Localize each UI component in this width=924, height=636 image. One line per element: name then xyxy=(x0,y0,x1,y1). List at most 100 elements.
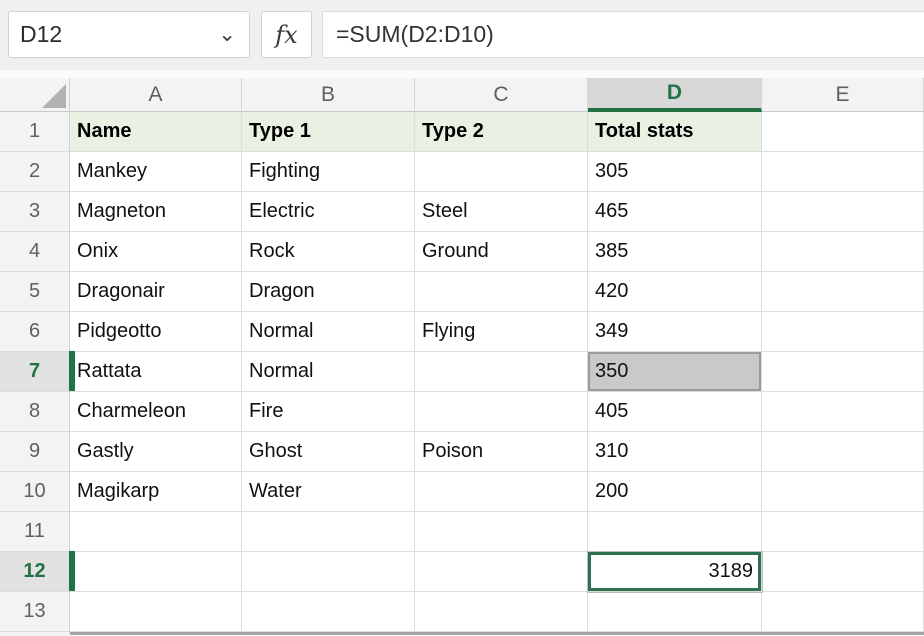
row-selection-indicator xyxy=(69,551,75,591)
cell-E6[interactable] xyxy=(762,312,924,352)
cell-C3[interactable]: Steel xyxy=(415,192,588,232)
cell-A8[interactable]: Charmeleon xyxy=(70,392,242,432)
cell-C11[interactable] xyxy=(415,512,588,552)
cell-A1[interactable]: Name xyxy=(70,112,242,152)
cell-C13[interactable] xyxy=(415,592,588,632)
cell-D8[interactable]: 405 xyxy=(588,392,762,432)
cell-A3[interactable]: Magneton xyxy=(70,192,242,232)
cell-E13[interactable] xyxy=(762,592,924,632)
cell-C1[interactable]: Type 2 xyxy=(415,112,588,152)
cell-B8[interactable]: Fire xyxy=(242,392,415,432)
cell-B6[interactable]: Normal xyxy=(242,312,415,352)
cell-E4[interactable] xyxy=(762,232,924,272)
cell-A11[interactable] xyxy=(70,512,242,552)
cell-E9[interactable] xyxy=(762,432,924,472)
sheet-row: 4OnixRockGround385 xyxy=(0,232,924,272)
cell-A7[interactable]: Rattata xyxy=(70,352,242,392)
cell-E5[interactable] xyxy=(762,272,924,312)
cell-D7[interactable]: 350 xyxy=(588,352,762,392)
cell-D4[interactable]: 385 xyxy=(588,232,762,272)
cell-D5[interactable]: 420 xyxy=(588,272,762,312)
cell-E1[interactable] xyxy=(762,112,924,152)
cell-A9[interactable]: Gastly xyxy=(70,432,242,472)
fx-icon: fx xyxy=(275,21,297,49)
cell-D1[interactable]: Total stats xyxy=(588,112,762,152)
cell-B12[interactable] xyxy=(242,552,415,592)
cell-B13[interactable] xyxy=(242,592,415,632)
cell-C10[interactable] xyxy=(415,472,588,512)
cell-B11[interactable] xyxy=(242,512,415,552)
cell-C9[interactable]: Poison xyxy=(415,432,588,472)
cell-D12[interactable]: 3189 xyxy=(588,552,762,592)
cell-C4[interactable]: Ground xyxy=(415,232,588,272)
column-header-d[interactable]: D xyxy=(588,78,762,112)
cell-A13[interactable] xyxy=(70,592,242,632)
row-header-6[interactable]: 6 xyxy=(0,312,70,352)
cell-C6[interactable]: Flying xyxy=(415,312,588,352)
row-header-7[interactable]: 7 xyxy=(0,352,70,392)
cell-B10[interactable]: Water xyxy=(242,472,415,512)
cell-C12[interactable] xyxy=(415,552,588,592)
cell-B3[interactable]: Electric xyxy=(242,192,415,232)
row-header-2[interactable]: 2 xyxy=(0,152,70,192)
corner-triangle-icon xyxy=(42,84,66,108)
cell-A5[interactable]: Dragonair xyxy=(70,272,242,312)
row-header-1[interactable]: 1 xyxy=(0,112,70,152)
formula-bar-divider xyxy=(0,70,924,78)
cell-B4[interactable]: Rock xyxy=(242,232,415,272)
sheet-row: 2MankeyFighting 305 xyxy=(0,152,924,192)
row-header-9[interactable]: 9 xyxy=(0,432,70,472)
cell-E2[interactable] xyxy=(762,152,924,192)
cell-E7[interactable] xyxy=(762,352,924,392)
sheet-row: 8CharmeleonFire 405 xyxy=(0,392,924,432)
row-header-10[interactable]: 10 xyxy=(0,472,70,512)
row-header-5[interactable]: 5 xyxy=(0,272,70,312)
name-box[interactable]: D12 ⌄ xyxy=(8,11,250,58)
row-header-11[interactable]: 11 xyxy=(0,512,70,552)
cell-D9[interactable]: 310 xyxy=(588,432,762,472)
select-all-corner[interactable] xyxy=(0,78,70,112)
cell-C2[interactable] xyxy=(415,152,588,192)
cell-B5[interactable]: Dragon xyxy=(242,272,415,312)
sheet-row: 3MagnetonElectricSteel465 xyxy=(0,192,924,232)
cell-C5[interactable] xyxy=(415,272,588,312)
sheet-row: 5DragonairDragon 420 xyxy=(0,272,924,312)
cell-B9[interactable]: Ghost xyxy=(242,432,415,472)
cell-E3[interactable] xyxy=(762,192,924,232)
cell-E8[interactable] xyxy=(762,392,924,432)
column-header-a[interactable]: A xyxy=(70,78,242,112)
cell-A6[interactable]: Pidgeotto xyxy=(70,312,242,352)
cell-B7[interactable]: Normal xyxy=(242,352,415,392)
cell-B2[interactable]: Fighting xyxy=(242,152,415,192)
formula-text: =SUM(D2:D10) xyxy=(323,21,494,48)
chevron-down-icon[interactable]: ⌄ xyxy=(218,24,249,45)
cell-D6[interactable]: 349 xyxy=(588,312,762,352)
column-header-e[interactable]: E xyxy=(762,78,924,112)
sheet-row: 11 xyxy=(0,512,924,552)
row-header-3[interactable]: 3 xyxy=(0,192,70,232)
row-header-8[interactable]: 8 xyxy=(0,392,70,432)
cell-E11[interactable] xyxy=(762,512,924,552)
cell-A2[interactable]: Mankey xyxy=(70,152,242,192)
cell-C7[interactable] xyxy=(415,352,588,392)
column-header-c[interactable]: C xyxy=(415,78,588,112)
row-header-12[interactable]: 12 xyxy=(0,552,70,592)
cell-D13[interactable] xyxy=(588,592,762,632)
insert-function-button[interactable]: fx xyxy=(261,11,312,58)
formula-input[interactable]: =SUM(D2:D10) xyxy=(322,11,924,58)
cell-E12[interactable] xyxy=(762,552,924,592)
row-header-13[interactable]: 13 xyxy=(0,592,70,632)
cell-A12[interactable] xyxy=(70,552,242,592)
row-header-4[interactable]: 4 xyxy=(0,232,70,272)
column-header-b[interactable]: B xyxy=(242,78,415,112)
cell-D2[interactable]: 305 xyxy=(588,152,762,192)
cell-D3[interactable]: 465 xyxy=(588,192,762,232)
cell-A4[interactable]: Onix xyxy=(70,232,242,272)
cell-E10[interactable] xyxy=(762,472,924,512)
cell-B1[interactable]: Type 1 xyxy=(242,112,415,152)
name-box-value: D12 xyxy=(9,21,218,48)
cell-D10[interactable]: 200 xyxy=(588,472,762,512)
cell-A10[interactable]: Magikarp xyxy=(70,472,242,512)
cell-D11[interactable] xyxy=(588,512,762,552)
cell-C8[interactable] xyxy=(415,392,588,432)
